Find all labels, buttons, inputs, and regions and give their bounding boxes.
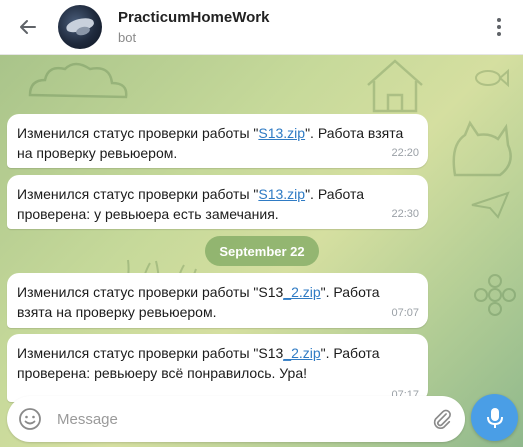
message-bubble: Изменился статус проверки работы "S13_2.…: [7, 334, 428, 402]
chat-header: PracticumHomeWork bot: [0, 0, 523, 55]
clouds-doodle-icon: [28, 62, 128, 99]
emoji-button[interactable]: [7, 396, 53, 442]
message-input[interactable]: [53, 399, 419, 439]
avatar[interactable]: [58, 5, 102, 49]
flower-doodle-icon: [474, 274, 516, 316]
voice-record-button[interactable]: [471, 394, 518, 441]
message-text: Изменился статус проверки работы ": [17, 125, 259, 141]
file-link[interactable]: S13.zip: [258, 186, 305, 202]
message-text: Изменился статус проверки работы "S13: [17, 345, 284, 361]
date-separator: September 22: [205, 236, 319, 266]
microphone-icon: [486, 407, 503, 428]
more-vertical-icon: [497, 18, 501, 36]
chat-title: PracticumHomeWork: [118, 8, 270, 26]
message-time: 22:30: [391, 208, 419, 220]
plane-doodle-icon: [471, 191, 510, 219]
back-button[interactable]: [0, 0, 56, 55]
smile-icon: [19, 408, 41, 430]
cat-doodle-icon: [452, 120, 512, 177]
message-text: Изменился статус проверки работы ": [17, 186, 259, 202]
paperclip-icon: [433, 409, 451, 430]
chat-title-block[interactable]: PracticumHomeWork bot: [118, 8, 269, 47]
file-link[interactable]: _2.zip: [283, 345, 320, 361]
message-bubble: Изменился статус проверки работы "S13_2.…: [7, 273, 428, 328]
message-composer: [7, 396, 465, 442]
fish-doodle-icon: [475, 68, 509, 88]
message-time: 07:07: [391, 307, 419, 319]
message-text: Изменился статус проверки работы "S13: [17, 284, 284, 300]
arrow-left-icon: [20, 20, 36, 34]
more-menu-button[interactable]: [489, 14, 509, 40]
house-doodle-icon: [367, 59, 423, 113]
file-link[interactable]: _2.zip: [283, 284, 320, 300]
message-bubble: Изменился статус проверки работы "S13.zi…: [7, 114, 428, 168]
attach-button[interactable]: [419, 396, 465, 442]
file-link[interactable]: S13.zip: [258, 125, 305, 141]
chat-subtitle: bot: [118, 29, 137, 45]
message-bubble: Изменился статус проверки работы "S13.zi…: [7, 175, 428, 229]
message-time: 22:20: [391, 147, 419, 159]
